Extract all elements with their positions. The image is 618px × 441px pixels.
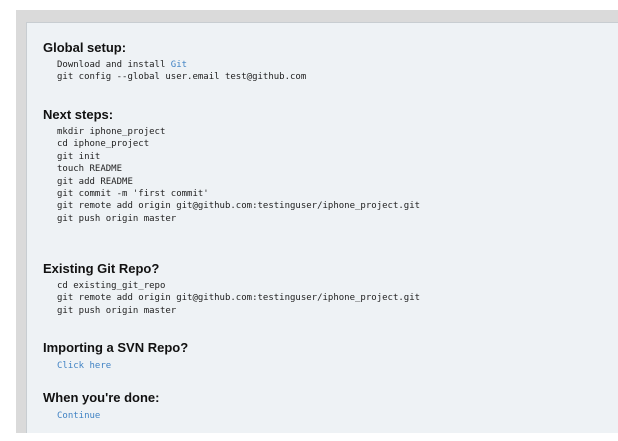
- continue-link[interactable]: Continue: [57, 411, 100, 421]
- global-setup-code: Download and install Git git config --glo…: [57, 59, 306, 84]
- code-line: mkdir iphone_project: [57, 127, 166, 137]
- git-download-link[interactable]: Git: [171, 60, 187, 70]
- global-setup-line-1: Download and install Git: [57, 59, 306, 71]
- code-line: git push origin master: [57, 305, 177, 316]
- code-line: touch README: [57, 164, 123, 175]
- code-line: git commit -m 'first commit': [57, 189, 209, 200]
- existing-repo-section: Existing Git Repo? cd existing_git_repog…: [43, 261, 420, 317]
- continue-link-wrapper: Continue: [57, 410, 159, 422]
- code-line: git init: [57, 151, 101, 162]
- next-steps-heading: Next steps:: [43, 107, 114, 122]
- instructions-panel: Global setup: Download and install Git gi…: [26, 22, 618, 433]
- existing-repo-code: cd existing_git_repogit remote add origi…: [57, 280, 420, 317]
- next-steps-code: mkdir iphone_project cd iphone_project git…: [57, 126, 420, 225]
- global-setup-line-2: git config --global user.email test@gith…: [57, 72, 307, 83]
- code-line: git push origin master: [57, 213, 177, 224]
- global-setup-section: Global setup: Download and install Git gi…: [43, 40, 306, 84]
- code-line: git remote add origin git@github.com:tes…: [57, 201, 421, 212]
- svn-import-heading: Importing a SVN Repo?: [43, 340, 189, 355]
- next-steps-section: Next steps: mkdir iphone_projectcd iphon…: [43, 107, 420, 225]
- svn-import-link-wrapper: Click here: [57, 360, 188, 372]
- done-heading: When you're done:: [43, 390, 160, 405]
- download-install-text: Download and install: [57, 60, 171, 70]
- done-section: When you're done: Continue: [43, 390, 159, 422]
- svn-click-here-link[interactable]: Click here: [57, 361, 111, 371]
- global-setup-heading: Global setup:: [43, 40, 127, 55]
- code-line: cd existing_git_repo: [57, 281, 166, 291]
- svn-import-section: Importing a SVN Repo? Click here: [43, 340, 188, 372]
- code-line: cd iphone_project: [57, 139, 150, 150]
- code-line: git remote add origin git@github.com:tes…: [57, 293, 421, 304]
- existing-repo-heading: Existing Git Repo?: [43, 261, 160, 276]
- code-line: git add README: [57, 176, 133, 187]
